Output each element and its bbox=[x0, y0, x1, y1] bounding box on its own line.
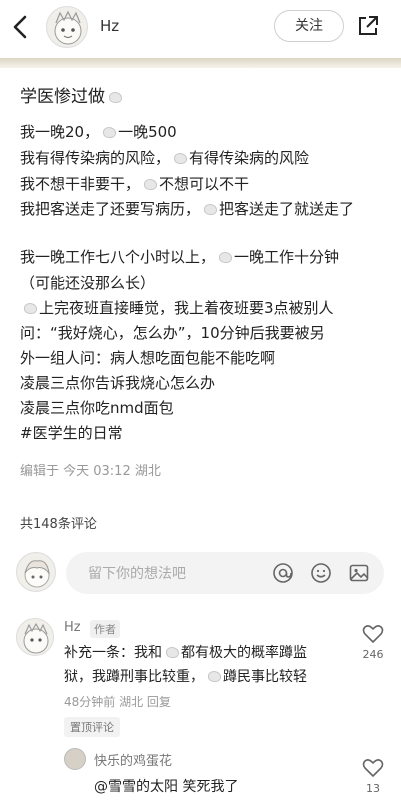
comment-input-row: 留下你的想法吧 bbox=[0, 548, 401, 598]
image-icon[interactable] bbox=[348, 562, 370, 584]
comment-text-part: 狱，我蹲刑事比较重， bbox=[64, 669, 204, 685]
chicken-emoji-icon bbox=[164, 645, 179, 658]
post-line-text: 我一晚20， bbox=[20, 123, 100, 141]
post-line-text: 一晚500 bbox=[118, 123, 177, 141]
edit-meta: 编辑于 今天 03:12 湖北 bbox=[20, 464, 161, 479]
post-line: 上完夜班直接睡觉，我上着夜班要3点被别人 bbox=[20, 297, 334, 318]
at-icon[interactable] bbox=[272, 562, 294, 584]
comment-meta[interactable]: 48分钟前 湖北 回复 bbox=[64, 693, 171, 710]
hashtag-link[interactable]: #医学生的日常 bbox=[20, 422, 123, 443]
post-line: 我把客送走了还要写病历， 把客送走了就送走了 bbox=[20, 198, 354, 219]
anime-avatar-icon bbox=[24, 560, 50, 588]
author-badge: 作者 bbox=[90, 620, 120, 638]
post-line-text: 我把客送走了还要写病历， bbox=[20, 200, 201, 218]
header-image-strip bbox=[0, 58, 401, 68]
comment-text: 补充一条：我和 都有极大的概率蹲监 bbox=[64, 642, 307, 662]
post-line: 我一晚工作七八个小时以上， 一晚工作十分钟 bbox=[20, 246, 339, 267]
smiley-icon[interactable] bbox=[310, 562, 332, 584]
reply-name[interactable]: 快乐的鸡蛋花 bbox=[94, 750, 172, 769]
author-name[interactable]: Hz bbox=[100, 17, 119, 35]
post-line: 我不想干非要干， 不想可以不干 bbox=[20, 173, 249, 194]
like-count: 246 bbox=[362, 648, 384, 661]
chicken-emoji-icon bbox=[142, 177, 158, 190]
post-line: 问：“我好烧心，怎么办”，10分钟后我要被另 bbox=[20, 324, 325, 342]
comment-count: 共148条评论 bbox=[20, 517, 97, 532]
cartoon-avatar-icon bbox=[23, 622, 49, 654]
post-title: 学医惨过做 bbox=[20, 82, 124, 107]
comment-text-part: 蹲民事比较轻 bbox=[223, 669, 307, 685]
heart-icon[interactable] bbox=[362, 758, 384, 778]
chicken-emoji-icon bbox=[217, 250, 233, 263]
post-title-text: 学医惨过做 bbox=[20, 87, 105, 107]
comment-item: Hz 作者 补充一条：我和 都有极大的概率蹲监 狱，我蹲刑事比较重， 蹲民事比较轻 … bbox=[0, 616, 401, 737]
post-line: 凌晨三点你告诉我烧心怎么办 bbox=[20, 374, 216, 392]
post-line-text: 我有得传染病的风险， bbox=[20, 149, 171, 167]
comment-text-part: 补充一条：我和 bbox=[64, 645, 162, 661]
reply-item: 快乐的鸡蛋花 @雪雪的太阳 笑死我了 13 bbox=[0, 746, 401, 800]
comment-input[interactable]: 留下你的想法吧 bbox=[66, 552, 384, 594]
post-line: 我一晚20， 一晚500 bbox=[20, 121, 177, 142]
my-avatar bbox=[16, 552, 56, 592]
heart-icon[interactable] bbox=[362, 624, 384, 644]
post-line-text: 不想可以不干 bbox=[159, 175, 250, 193]
comment-text-part: 都有极大的概率蹲监 bbox=[181, 645, 307, 661]
chicken-emoji-icon bbox=[22, 301, 37, 314]
back-arrow-icon[interactable] bbox=[8, 12, 34, 42]
reply-text: @雪雪的太阳 笑死我了 bbox=[94, 779, 239, 795]
post-line: 我有得传染病的风险， 有得传染病的风险 bbox=[20, 147, 309, 168]
chicken-emoji-icon bbox=[206, 669, 221, 682]
post-line-text: 我一晚工作七八个小时以上， bbox=[20, 248, 216, 266]
chicken-emoji-icon bbox=[107, 90, 122, 103]
post-line: 凌晨三点你吃nmd面包 bbox=[20, 399, 174, 417]
commenter-avatar[interactable] bbox=[16, 618, 54, 656]
post-line: （可能还没那么长） bbox=[20, 274, 156, 292]
share-icon[interactable] bbox=[356, 14, 380, 38]
like-count: 13 bbox=[366, 782, 380, 795]
reply-avatar[interactable] bbox=[64, 748, 86, 770]
post-line-text: 我不想干非要干， bbox=[20, 175, 141, 193]
commenter-name[interactable]: Hz bbox=[64, 620, 81, 635]
chicken-emoji-icon bbox=[172, 151, 188, 164]
post-line-text: 把客送走了就送走了 bbox=[219, 200, 355, 218]
chicken-emoji-icon bbox=[101, 125, 117, 138]
post-line-text: 一晚工作十分钟 bbox=[234, 248, 340, 266]
follow-button[interactable]: 关注 bbox=[274, 10, 344, 42]
post-line-text: 上完夜班直接睡觉，我上着夜班要3点被别人 bbox=[39, 299, 334, 317]
top-bar: Hz 关注 bbox=[0, 0, 401, 58]
post-line: 外一组人问：病人想吃面包能不能吃啊 bbox=[20, 349, 276, 367]
comment-text: 狱，我蹲刑事比较重， 蹲民事比较轻 bbox=[64, 666, 307, 686]
author-avatar[interactable] bbox=[46, 6, 88, 48]
post-line-text: 有得传染病的风险 bbox=[189, 149, 310, 167]
pinned-badge: 置顶评论 bbox=[64, 717, 120, 737]
cartoon-avatar-icon bbox=[54, 10, 82, 45]
comment-placeholder: 留下你的想法吧 bbox=[88, 566, 186, 582]
chicken-emoji-icon bbox=[202, 202, 218, 215]
